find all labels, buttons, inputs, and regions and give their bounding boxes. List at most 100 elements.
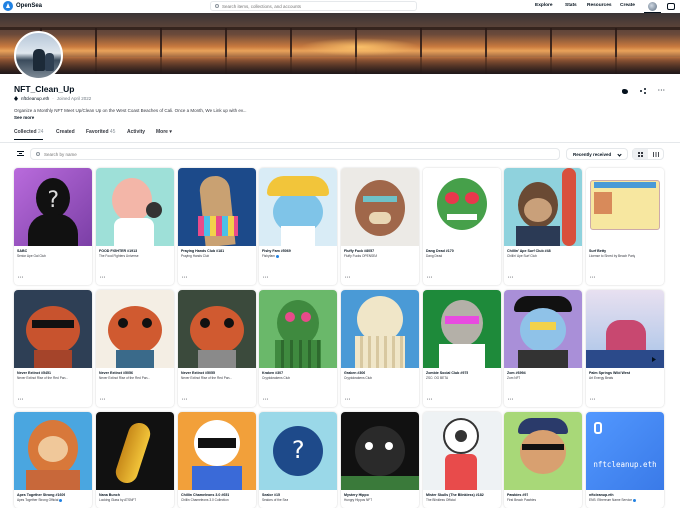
nft-image[interactable] xyxy=(96,290,174,368)
card-more-icon[interactable]: ··· xyxy=(18,275,24,281)
nft-card[interactable]: Mystery Hippo Hungry Hippos NFT xyxy=(341,412,419,508)
nft-image[interactable] xyxy=(178,290,256,368)
nft-image[interactable] xyxy=(341,168,419,246)
nft-collection[interactable]: Apes Together Strong Official xyxy=(17,498,63,502)
nft-card[interactable]: Nana Bunch Looking Glass by ATSNFT xyxy=(96,412,174,508)
nft-card[interactable]: Praying Hands Club #181 Praying Hands Clu… xyxy=(178,168,256,285)
nft-card[interactable]: Chillin' Ape Surf Club #48 Chillin' Ape S… xyxy=(504,168,582,285)
nft-image[interactable] xyxy=(259,290,337,368)
nft-card[interactable]: Surf Betty License to Shred by Beach Part… xyxy=(586,168,664,285)
nft-collection[interactable]: Praying Hands Club xyxy=(181,254,209,258)
nft-collection[interactable]: ZSC: OG BETA xyxy=(426,376,448,380)
nft-image[interactable] xyxy=(96,168,174,246)
card-more-icon[interactable]: ··· xyxy=(182,397,188,403)
nft-image[interactable] xyxy=(14,290,92,368)
global-search-input[interactable] xyxy=(222,3,402,9)
card-more-icon[interactable]: ··· xyxy=(182,275,188,281)
nft-image[interactable]: ? xyxy=(259,412,337,490)
card-more-icon[interactable]: ··· xyxy=(345,275,351,281)
card-more-icon[interactable]: ··· xyxy=(590,397,596,403)
nav-resources-link[interactable]: Resources xyxy=(587,3,612,8)
nft-collection[interactable]: ENS: Ethereum Name Service xyxy=(589,498,637,502)
nft-card[interactable]: Graken #306 Cryptokrakens Club ··· xyxy=(341,290,419,407)
nft-image[interactable] xyxy=(586,168,664,246)
nft-card[interactable]: Pawbies #97 First Beach Pawbies xyxy=(504,412,582,508)
nft-collection[interactable]: Zom NFT xyxy=(507,376,520,380)
card-more-icon[interactable]: ··· xyxy=(590,275,596,281)
nft-collection[interactable]: Never Extinct Rise of the Red Pan... xyxy=(17,376,68,380)
card-more-icon[interactable]: ··· xyxy=(263,397,269,403)
nft-collection[interactable]: Cryptokrakens Club xyxy=(344,376,372,380)
nft-card[interactable]: Chillin Chameleons 3.0 #651 Chillin Chame… xyxy=(178,412,256,508)
nav-explore-link[interactable]: Explore xyxy=(535,3,553,8)
card-more-icon[interactable]: ··· xyxy=(18,397,24,403)
nft-collection[interactable]: The Food Fighters Universe xyxy=(99,254,139,258)
nft-card[interactable]: Fluffy Fuck #8057 Fluffy Fucks OPENSEA ··· xyxy=(341,168,419,285)
nft-card[interactable]: Never Extinct #5056 Never Extinct Rise of… xyxy=(96,290,174,407)
card-more-icon[interactable]: ··· xyxy=(427,397,433,403)
nft-collection[interactable]: Dang Dead xyxy=(426,254,442,258)
nft-collection[interactable]: Fishyfam xyxy=(262,254,279,258)
card-more-icon[interactable]: ··· xyxy=(345,397,351,403)
nft-image[interactable] xyxy=(96,412,174,490)
nft-collection[interactable]: Looking Glass by ATSNFT xyxy=(99,498,136,502)
nft-image[interactable] xyxy=(14,412,92,490)
nft-image[interactable]: nftcleanup.eth xyxy=(586,412,664,490)
nft-image[interactable]: ? xyxy=(14,168,92,246)
nft-image-shape xyxy=(369,212,391,224)
nft-collection[interactable]: Chillin' Ape Surf Club xyxy=(507,254,537,258)
nft-image[interactable] xyxy=(341,412,419,490)
nft-collection[interactable]: The Blinkless Official xyxy=(426,498,456,502)
nft-card[interactable]: Dang Dead #170 Dang Dead ··· xyxy=(423,168,501,285)
nft-collection[interactable]: Fluffy Fucks OPENSEA xyxy=(344,254,377,258)
nft-card[interactable]: nftcleanup.eth nftcleanup.eth ENS: Ethereu… xyxy=(586,412,664,508)
nft-image[interactable] xyxy=(423,412,501,490)
nft-card[interactable]: Kraken #307 Cryptokrakens Club ··· xyxy=(259,290,337,407)
nft-image[interactable] xyxy=(341,290,419,368)
nft-collection[interactable]: Cryptokrakens Club xyxy=(262,376,290,380)
card-more-icon[interactable]: ··· xyxy=(100,275,106,281)
nft-collection[interactable]: Never Extinct Rise of the Red Pan... xyxy=(99,376,150,380)
nft-image[interactable] xyxy=(504,412,582,490)
nft-collection[interactable]: First Beach Pawbies xyxy=(507,498,536,502)
card-more-icon[interactable]: ··· xyxy=(427,275,433,281)
nft-collection[interactable]: Senior Ape Gal Club xyxy=(17,254,46,258)
nft-collection[interactable]: Chillin Chameleons 3.0 Collection xyxy=(181,498,229,502)
nft-image[interactable] xyxy=(423,290,501,368)
card-more-icon[interactable]: ··· xyxy=(508,397,514,403)
nft-name: Nana Bunch xyxy=(99,493,120,497)
nft-card[interactable]: Never Extinct #5055 Never Extinct Rise of… xyxy=(178,290,256,407)
nft-collection[interactable]: License to Shred by Beach Party xyxy=(589,254,635,258)
nft-card[interactable]: Zombie Social Club #975 ZSC: OG BETA ··· xyxy=(423,290,501,407)
nft-card[interactable]: ? Sealor #15 Sealors of the Sea xyxy=(259,412,337,508)
nft-collection[interactable]: Sealors of the Sea xyxy=(262,498,288,502)
wallet-icon[interactable] xyxy=(667,3,675,10)
nft-collection[interactable]: Never Extinct Rise of the Red Pan... xyxy=(181,376,232,380)
card-more-icon[interactable]: ··· xyxy=(263,275,269,281)
nft-collection[interactable]: Hungry Hippos NFT xyxy=(344,498,372,502)
nft-image[interactable] xyxy=(504,290,582,368)
nft-card[interactable]: ? SABC Senior Ape Gal Club ··· xyxy=(14,168,92,285)
nft-image[interactable] xyxy=(178,412,256,490)
nft-image-shape xyxy=(28,214,78,246)
nft-image[interactable] xyxy=(504,168,582,246)
nft-collection[interactable]: Art Energy Beats xyxy=(589,376,613,380)
nft-image[interactable] xyxy=(586,290,664,368)
nav-create-link[interactable]: Create xyxy=(620,3,635,8)
nft-card[interactable]: Apes Together Strong #1609 Apes Together … xyxy=(14,412,92,508)
opensea-logo[interactable]: OpenSea xyxy=(3,1,42,11)
nft-card[interactable]: FOOD FIGHTER #1913 The Food Fighters Univ… xyxy=(96,168,174,285)
nft-card[interactable]: Zom #6994 Zom NFT ··· xyxy=(504,290,582,407)
nft-card[interactable]: Fishy Fam #5069 Fishyfam ··· xyxy=(259,168,337,285)
nav-stats-link[interactable]: Stats xyxy=(565,3,577,8)
avatar-icon[interactable] xyxy=(648,2,657,11)
nft-card[interactable]: Never Extinct #5451 Never Extinct Rise of… xyxy=(14,290,92,407)
nft-card[interactable]: Palm Springs Wild West Art Energy Beats ··… xyxy=(586,290,664,407)
nft-image[interactable] xyxy=(259,168,337,246)
card-more-icon[interactable]: ··· xyxy=(100,397,106,403)
global-search[interactable] xyxy=(210,1,417,11)
nft-image[interactable] xyxy=(423,168,501,246)
nft-card[interactable]: Mister Skulls (The Blinkless) #182 The Bl… xyxy=(423,412,501,508)
card-more-icon[interactable]: ··· xyxy=(508,275,514,281)
nft-image[interactable] xyxy=(178,168,256,246)
